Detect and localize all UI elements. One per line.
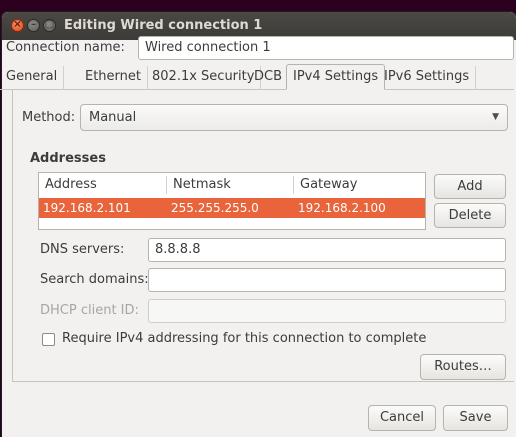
desktop: × – □ Editing Wired connection 1 Connect… [0, 0, 516, 437]
tab-general[interactable]: General [0, 66, 65, 90]
dhcp-client-id-label: DHCP client ID: [40, 303, 139, 318]
tab-8021x-security[interactable]: 802.1x Security [146, 66, 262, 90]
require-ipv4-checkbox[interactable] [42, 333, 55, 346]
column-header-netmask[interactable]: Netmask [173, 173, 231, 197]
tab-ipv4-settings[interactable]: IPv4 Settings [286, 64, 386, 90]
addresses-table[interactable]: Address Netmask Gateway 192.168.2.101 25… [38, 172, 426, 230]
column-separator [293, 176, 294, 194]
connection-name-label: Connection name: [6, 40, 125, 55]
minimize-icon: – [31, 19, 36, 30]
dns-servers-input[interactable]: 8.8.8.8 [148, 238, 506, 262]
cell-address[interactable]: 192.168.2.101 [43, 198, 131, 218]
cell-gateway[interactable]: 192.168.2.100 [298, 198, 386, 218]
table-row[interactable]: 192.168.2.101 255.255.255.0 192.168.2.10… [39, 198, 425, 218]
tab-ethernet[interactable]: Ethernet [79, 66, 148, 90]
method-dropdown[interactable]: Manual ▼ [80, 104, 508, 131]
method-label: Method: [22, 110, 76, 125]
addresses-heading: Addresses [30, 151, 106, 166]
maximize-icon: □ [44, 19, 55, 30]
close-window-button[interactable]: × [11, 19, 24, 32]
dns-servers-label: DNS servers: [40, 242, 125, 257]
column-header-address[interactable]: Address [45, 173, 97, 197]
column-separator [166, 176, 167, 194]
method-value: Manual [89, 110, 137, 125]
maximize-window-button[interactable]: □ [43, 19, 56, 32]
search-domains-input[interactable] [148, 268, 506, 292]
dhcp-client-id-input [148, 299, 506, 323]
connection-name-input[interactable]: Wired connection 1 [138, 36, 514, 60]
routes-button[interactable]: Routes… [420, 354, 506, 380]
tab-ipv6-settings[interactable]: IPv6 Settings [378, 66, 477, 90]
require-ipv4-label[interactable]: Require IPv4 addressing for this connect… [62, 331, 426, 346]
save-button[interactable]: Save [443, 405, 508, 431]
column-header-gateway[interactable]: Gateway [300, 173, 357, 197]
delete-address-button[interactable]: Delete [434, 203, 506, 228]
search-domains-label: Search domains: [40, 272, 149, 287]
tab-dcb[interactable]: DCB [248, 66, 290, 90]
cell-netmask[interactable]: 255.255.255.0 [171, 198, 259, 218]
addresses-table-header: Address Netmask Gateway [39, 173, 425, 197]
minimize-window-button[interactable]: – [27, 19, 40, 32]
add-address-button[interactable]: Add [434, 174, 506, 199]
cancel-button[interactable]: Cancel [368, 405, 436, 431]
dropdown-arrow-icon: ▼ [492, 112, 499, 122]
close-icon: × [13, 19, 22, 30]
window-title: Editing Wired connection 1 [64, 18, 263, 33]
